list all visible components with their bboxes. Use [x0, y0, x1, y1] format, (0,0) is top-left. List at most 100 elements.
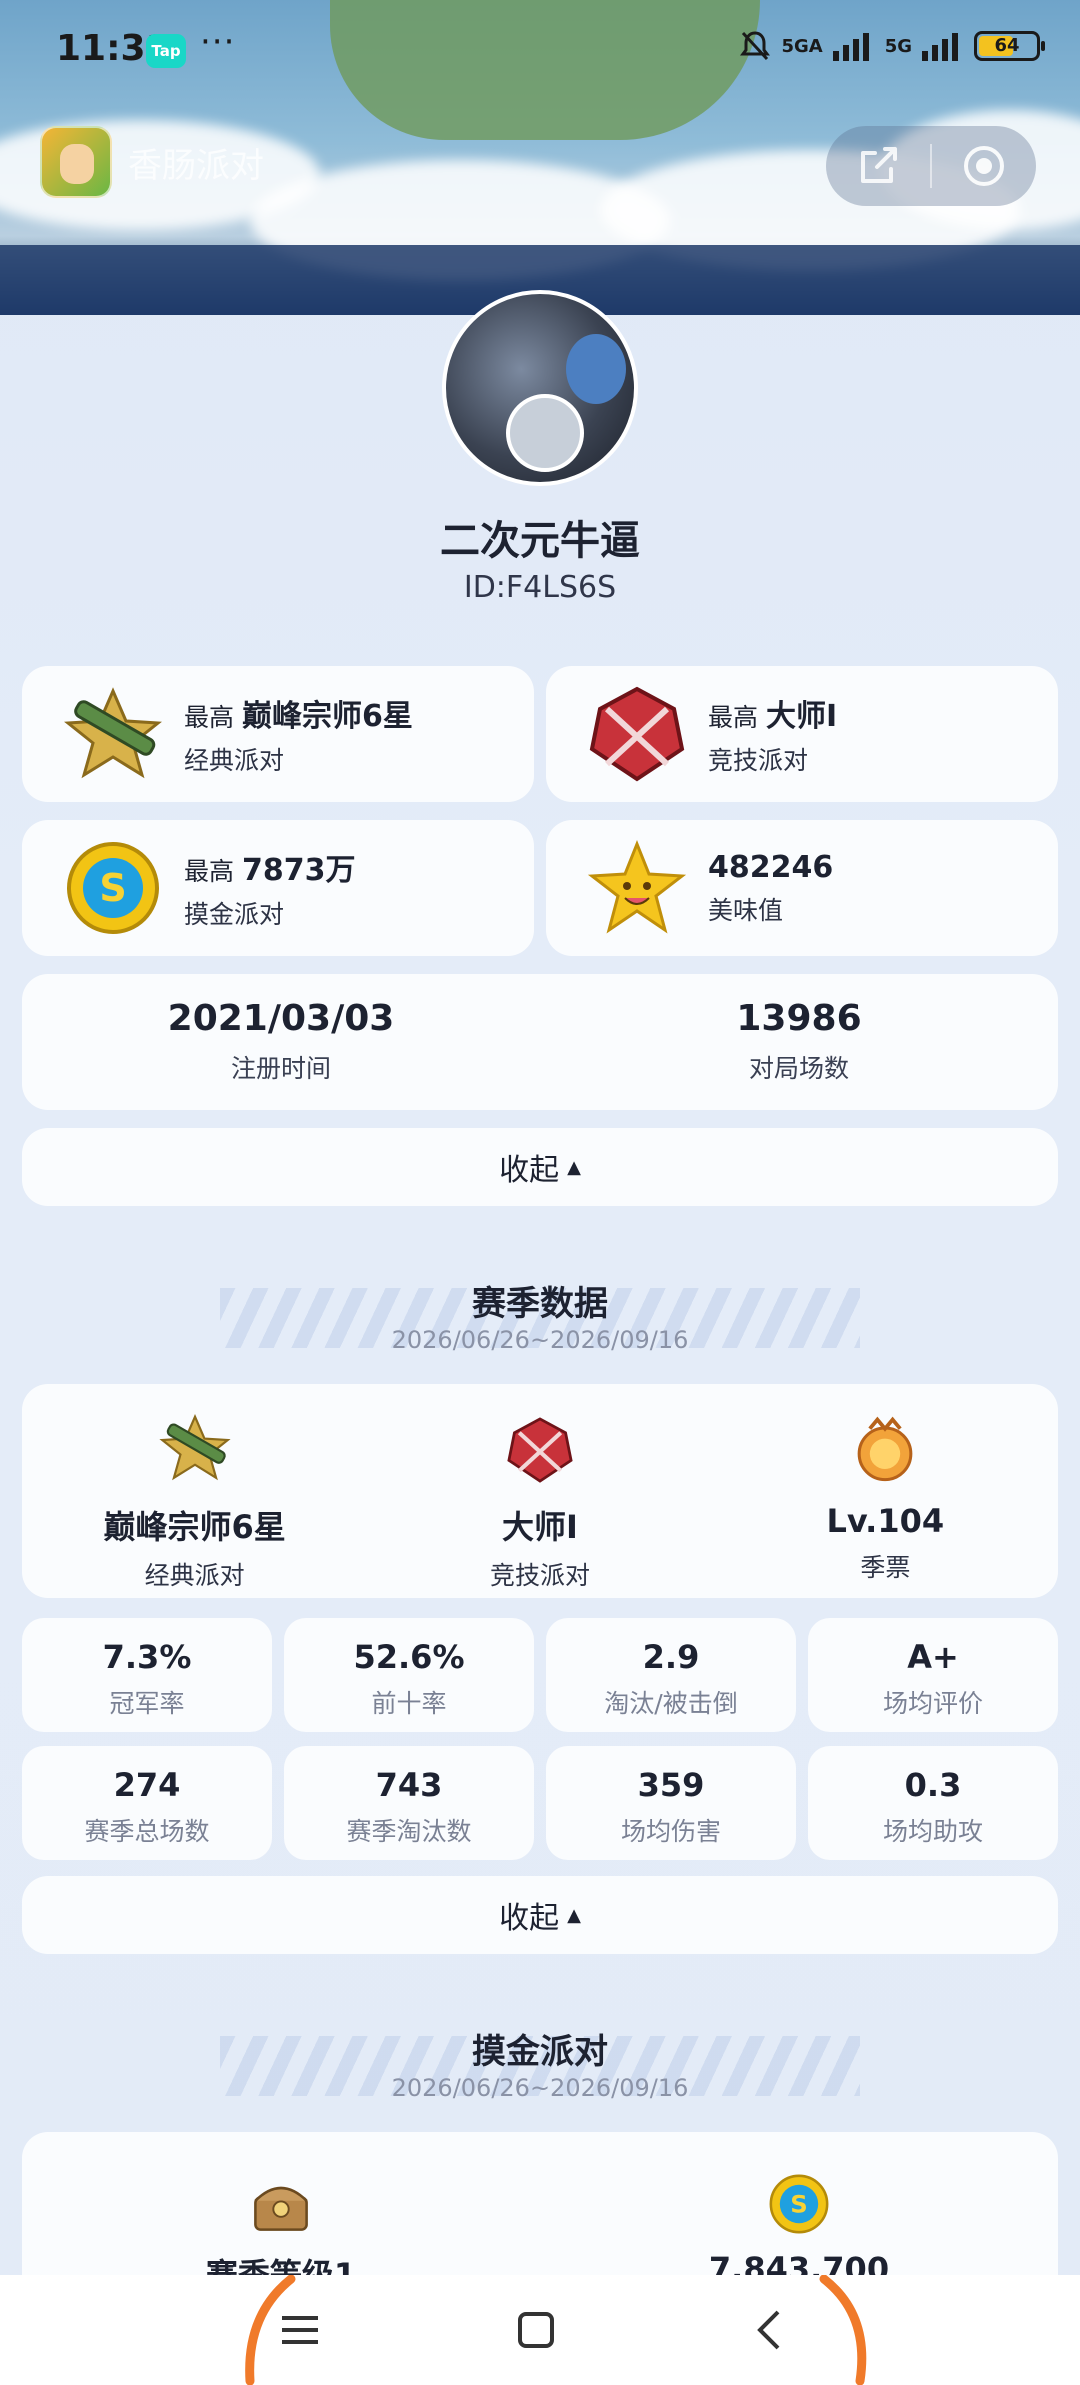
season-pass-label: 季票 — [860, 1553, 911, 1582]
stat-value: A+ — [907, 1638, 959, 1676]
stat-tile: 0.3 场均助攻 — [808, 1746, 1058, 1860]
more-notifications-icon: ··· — [200, 22, 236, 62]
classic-rank-card: 最高 巅峰宗师6星 经典派对 — [22, 666, 534, 802]
share-icon — [861, 147, 897, 183]
register-label: 注册时间 — [230, 1054, 331, 1083]
classic-mode: 经典派对 — [184, 746, 285, 775]
competitive-mode: 竞技派对 — [708, 746, 809, 775]
record-button[interactable] — [932, 126, 1036, 206]
stat-value: 274 — [113, 1766, 181, 1804]
battery-level: 64 — [994, 35, 1020, 56]
competitive-rank-icon — [589, 686, 685, 782]
gold-prefix: 最高 — [184, 857, 235, 886]
stat-tile: 274 赛季总场数 — [22, 1746, 272, 1860]
player-nickname: 二次元牛逼 — [440, 518, 640, 564]
register-date: 2021/03/03 — [167, 998, 395, 1039]
signal-icon — [832, 33, 869, 61]
tasty-value-card: 482246 美味值 — [546, 820, 1058, 956]
home-icon — [518, 2312, 554, 2348]
gold-value: 7873万 — [242, 853, 356, 888]
treasure-chest-icon — [254, 2186, 308, 2231]
classic-prefix: 最高 — [184, 703, 235, 732]
stat-value: 743 — [375, 1766, 443, 1804]
gold-party-title: 摸金派对 — [472, 2032, 608, 2072]
stat-value: 359 — [637, 1766, 705, 1804]
back-icon — [757, 2310, 780, 2350]
stat-tile: 52.6% 前十率 — [284, 1618, 534, 1732]
season-pass-level: Lv.104 — [826, 1502, 945, 1540]
season-competitive-rank: 大师I — [502, 1508, 578, 1546]
gold-party-card: S 最高 7873万 摸金派对 — [22, 820, 534, 956]
home-button[interactable] — [496, 2295, 576, 2365]
stat-value: 7.3% — [102, 1638, 192, 1676]
share-button[interactable] — [826, 126, 930, 206]
mini-program-actions — [826, 126, 1036, 206]
app-name: 香肠派对 — [128, 145, 264, 186]
classic-rank-icon — [159, 1413, 231, 1481]
competitive-rank: 大师I — [766, 699, 838, 734]
competitive-rank-card: 最高 大师I 竞技派对 — [546, 666, 1058, 802]
back-button[interactable] — [730, 2295, 810, 2365]
signal-2-label: 5G — [884, 35, 912, 57]
signal-icon — [922, 33, 958, 61]
avatar[interactable] — [442, 290, 638, 486]
collapse-label: 收起 — [499, 1901, 560, 1936]
tasty-value: 482246 — [708, 849, 834, 885]
classic-rank-icon — [64, 687, 162, 779]
triangle-up-icon: ▲ — [567, 1904, 581, 1926]
season-date-range: 2026/06/26~2026/09/16 — [391, 1326, 689, 1354]
player-id: ID:F4LS6S — [463, 570, 617, 605]
stat-tile: 7.3% 冠军率 — [22, 1618, 272, 1732]
gesture-highlight-left — [245, 2275, 296, 2385]
stat-tile: 359 场均伤害 — [546, 1746, 796, 1860]
stat-label: 前十率 — [371, 1689, 447, 1718]
mute-bell-icon — [740, 31, 771, 61]
match-count-label: 对局场数 — [748, 1054, 849, 1083]
season-classic-label: 经典派对 — [144, 1561, 245, 1590]
app-logo-icon[interactable] — [40, 126, 112, 198]
competitive-rank-icon — [507, 1417, 573, 1483]
stat-label: 赛季淘汰数 — [346, 1817, 472, 1846]
svg-text:S: S — [99, 866, 126, 910]
stat-label: 场均伤害 — [620, 1817, 721, 1846]
triangle-up-icon: ▲ — [567, 1156, 581, 1178]
season-classic-rank: 巅峰宗师6星 — [103, 1508, 286, 1546]
signal-1-label: 5GA — [781, 35, 823, 57]
stat-label: 场均助攻 — [882, 1817, 983, 1846]
status-icons: 5GA 5G 64 — [737, 28, 1045, 64]
app-header: 香肠派对 — [40, 126, 264, 198]
tap-app-icon: Tap — [146, 34, 186, 68]
match-count: 13986 — [736, 998, 862, 1039]
stat-label: 赛季总场数 — [84, 1817, 210, 1846]
season-rank-card: 巅峰宗师6星 经典派对 大师I 竞技派对 Lv.104 季票 — [22, 1384, 1058, 1598]
star-face-icon — [587, 839, 687, 934]
collapse-label: 收起 — [499, 1153, 560, 1188]
stat-label: 场均评价 — [882, 1689, 983, 1718]
tasty-label: 美味值 — [708, 895, 784, 925]
gold-mode: 摸金派对 — [184, 900, 285, 929]
gold-coin-icon: S — [769, 2174, 829, 2234]
stat-tile: 743 赛季淘汰数 — [284, 1746, 534, 1860]
stat-value: 0.3 — [904, 1766, 962, 1804]
system-navigation-bar — [0, 2275, 1080, 2385]
season-collapse-button[interactable]: 收起 ▲ — [22, 1876, 1058, 1954]
gold-party-date-range: 2026/06/26~2026/09/16 — [391, 2074, 689, 2102]
season-pass-icon — [857, 1416, 913, 1482]
stat-tile: 2.9 淘汰/被击倒 — [546, 1618, 796, 1732]
season-competitive-label: 竞技派对 — [489, 1561, 590, 1590]
status-bar: 11:31 Tap ··· 5GA 5G 64 — [0, 0, 1080, 100]
gold-coin-icon: S — [67, 842, 159, 934]
battery-icon: 64 — [974, 31, 1045, 61]
record-icon — [964, 146, 1004, 186]
svg-text:S: S — [790, 2189, 808, 2218]
stat-value: 52.6% — [353, 1638, 465, 1676]
season-title: 赛季数据 — [472, 1284, 608, 1324]
collapse-button[interactable]: 收起 ▲ — [22, 1128, 1058, 1206]
stat-tile: A+ 场均评价 — [808, 1618, 1058, 1732]
stat-label: 淘汰/被击倒 — [604, 1689, 738, 1718]
stat-label: 冠军率 — [109, 1689, 185, 1718]
stat-value: 2.9 — [642, 1638, 700, 1676]
classic-rank: 巅峰宗师6星 — [242, 699, 413, 734]
gesture-highlight-right — [819, 2275, 867, 2385]
register-matches-card: 2021/03/03 注册时间 13986 对局场数 — [22, 974, 1058, 1110]
